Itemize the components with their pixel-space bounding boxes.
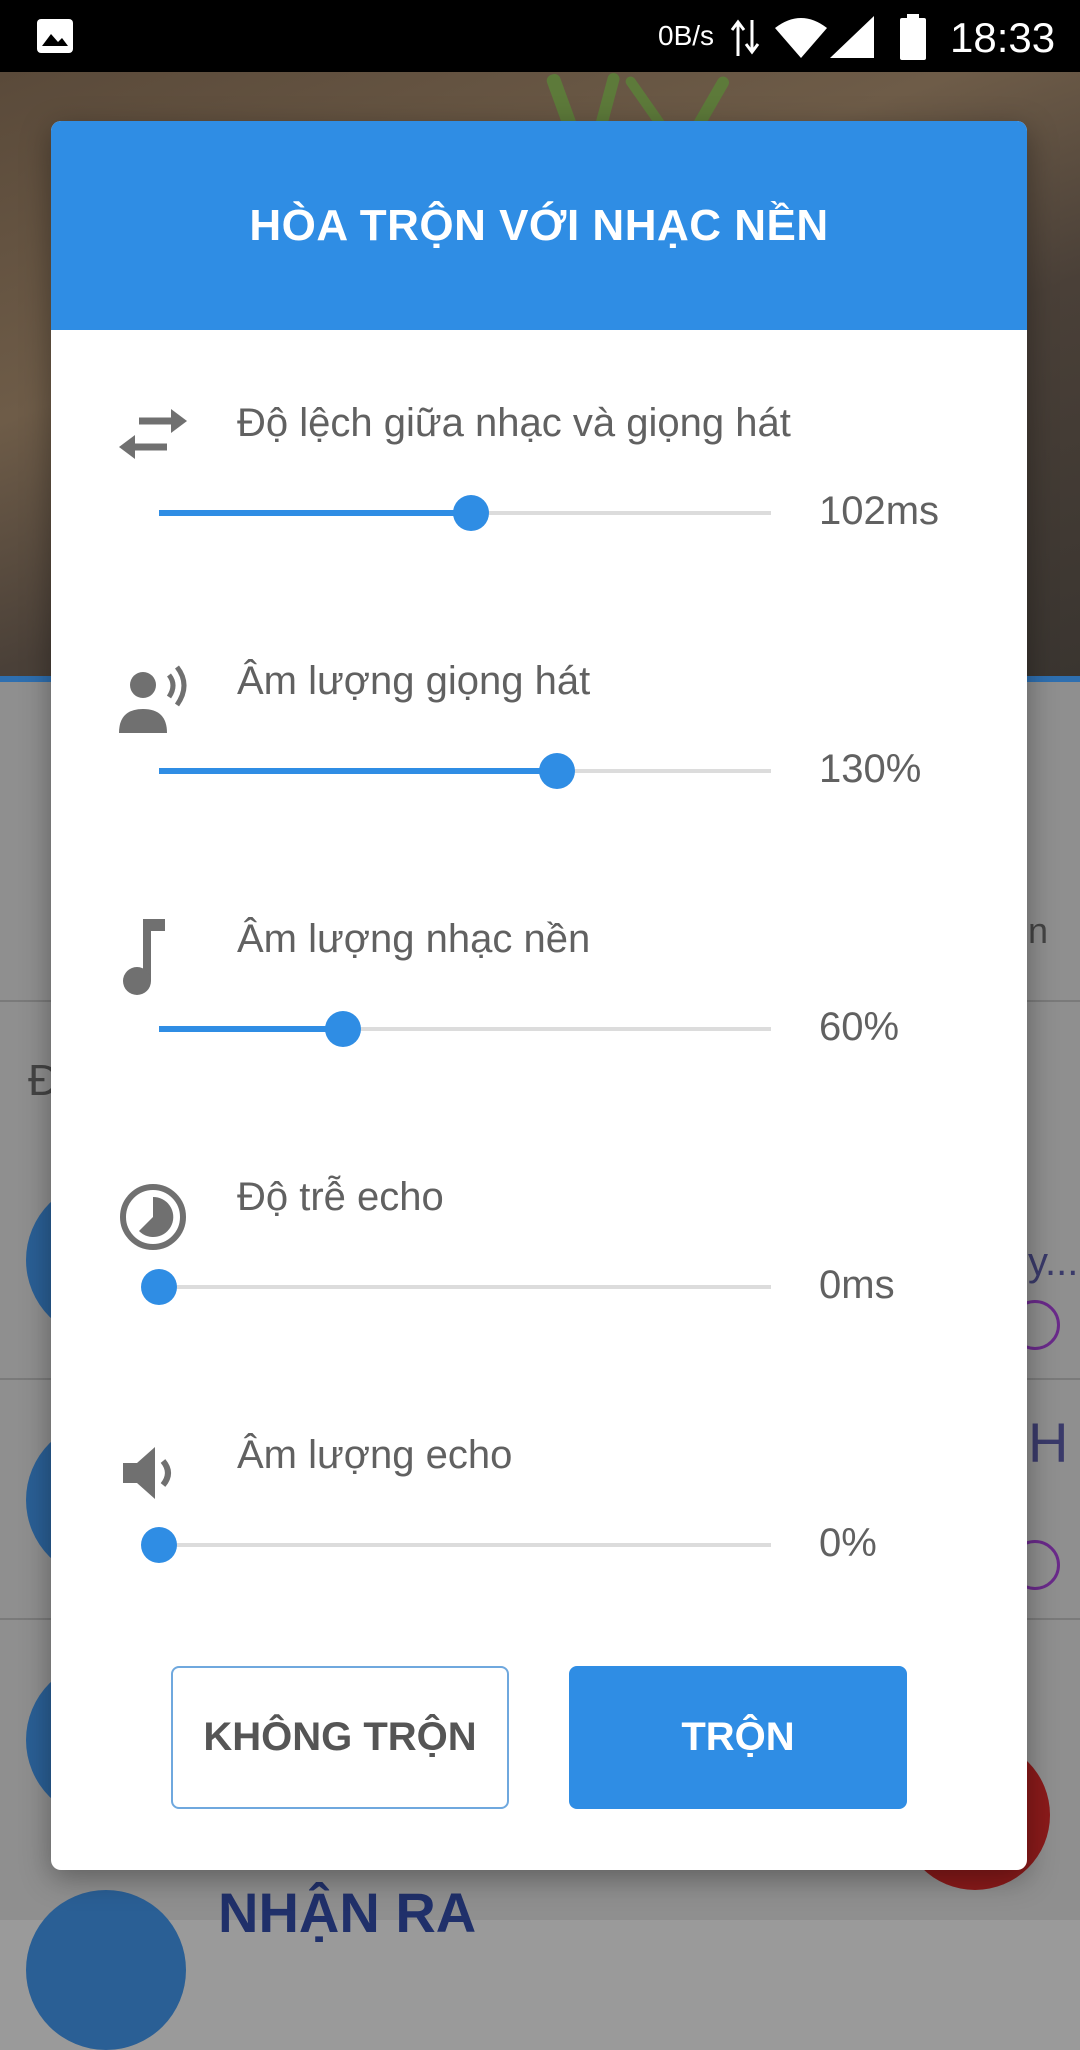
setting-row-offset: Độ lệch giữa nhạc và giọng hát 102ms: [51, 401, 1027, 659]
signal-icon: [830, 16, 874, 58]
offset-value: 102ms: [819, 489, 940, 533]
battery-icon: [900, 14, 926, 60]
echo-delay-slider[interactable]: [141, 1269, 771, 1305]
echo-volume-value: 0%: [819, 1521, 877, 1565]
slider-thumb[interactable]: [538, 753, 575, 789]
background-fragment: NHẬN RA: [218, 1881, 477, 1944]
clock: 18:33: [950, 14, 1056, 61]
echo-volume-label: Âm lượng echo: [237, 1433, 513, 1477]
swap-arrows-icon: [119, 409, 187, 459]
background-fragment: n: [1028, 910, 1049, 951]
background-fragment: H: [1028, 1411, 1069, 1474]
slider-thumb[interactable]: [141, 1527, 177, 1563]
echo-delay-value: 0ms: [819, 1263, 895, 1307]
slider-track: [159, 1543, 771, 1547]
slider-thumb[interactable]: [324, 1011, 361, 1047]
slider-fill: [159, 510, 472, 516]
gallery-icon: [37, 19, 73, 53]
offset-label: Độ lệch giữa nhạc và giọng hát: [237, 401, 791, 445]
status-bar: 0B/s 18:33: [0, 0, 1080, 72]
speaker-icon: [123, 1447, 171, 1499]
vocal-volume-slider[interactable]: [159, 753, 771, 789]
vocal-volume-label: Âm lượng giọng hát: [237, 659, 591, 703]
offset-slider[interactable]: [159, 495, 771, 531]
setting-row-echo-delay: Độ trễ echo 0ms: [51, 1175, 1027, 1433]
data-transfer-icon: [730, 19, 760, 56]
music-volume-label: Âm lượng nhạc nền: [237, 917, 591, 961]
setting-row-echo-volume: Âm lượng echo 0%: [51, 1433, 1027, 1691]
setting-row-music-volume: Âm lượng nhạc nền 60%: [51, 917, 1027, 1175]
slider-fill: [159, 1026, 343, 1032]
mix-button[interactable]: TRỘN: [569, 1666, 907, 1809]
music-volume-slider[interactable]: [159, 1011, 771, 1047]
vocal-volume-value: 130%: [819, 747, 922, 791]
music-volume-value: 60%: [819, 1005, 900, 1049]
echo-volume-slider[interactable]: [141, 1527, 771, 1563]
wifi-icon: [775, 18, 827, 58]
dialog-title: HÒA TRỘN VỚI NHẠC NỀN: [51, 121, 1027, 330]
background-fragment: y...: [1028, 1240, 1079, 1284]
no-mix-button[interactable]: KHÔNG TRỘN: [171, 1666, 509, 1809]
mix-dialog: HÒA TRỘN VỚI NHẠC NỀN Độ lệch giữa nhạc …: [51, 121, 1027, 1870]
slider-track: [159, 1285, 771, 1289]
timer-icon: [120, 1184, 186, 1250]
background-avatar: [26, 1890, 186, 2050]
slider-thumb[interactable]: [453, 495, 490, 531]
echo-delay-label: Độ trễ echo: [237, 1175, 444, 1219]
network-speed: 0B/s: [658, 20, 715, 51]
slider-thumb[interactable]: [141, 1269, 177, 1305]
slider-fill: [159, 768, 557, 774]
voice-speaking-icon: [119, 665, 187, 733]
setting-row-vocal-volume: Âm lượng giọng hát 130%: [51, 659, 1027, 917]
music-note-icon: [123, 919, 165, 995]
